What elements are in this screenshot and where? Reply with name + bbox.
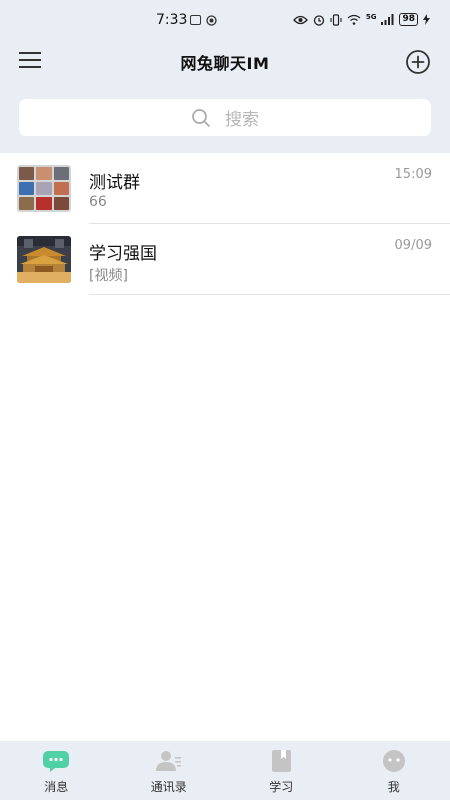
tab-me[interactable]: 我: [338, 741, 450, 800]
group-avatar: [17, 165, 71, 212]
chat-list: 测试群 15:09 66 学习强国 09/09 [视频]: [0, 153, 450, 295]
chat-item-group-test[interactable]: 测试群 15:09 66: [0, 153, 450, 224]
tab-label: 我: [387, 780, 400, 794]
app-header: 网兔聊天IM: [0, 44, 450, 80]
chat-preview: 66: [89, 194, 107, 210]
bottom-tab-bar: 消息 通讯录 学习 我: [0, 741, 450, 800]
tab-label: 消息: [44, 780, 69, 794]
palace-avatar: [17, 236, 71, 283]
alarm-icon: [313, 14, 324, 26]
status-notification-icons: [190, 15, 217, 26]
add-circle-icon[interactable]: [405, 49, 431, 75]
chat-name: 测试群: [89, 173, 140, 193]
divider: [89, 294, 450, 295]
shield-icon: [206, 15, 217, 26]
book-icon: [272, 750, 292, 772]
search-input[interactable]: 搜索: [19, 99, 431, 136]
chat-preview: [视频]: [89, 268, 128, 284]
profile-face-icon: [382, 750, 405, 772]
chat-item-xuexi-qiangguo[interactable]: 学习强国 09/09 [视频]: [0, 224, 450, 295]
battery-indicator: 98: [399, 13, 418, 26]
status-bar: 7:33 5G 98: [0, 0, 450, 44]
message-bubble-icon: [43, 751, 70, 772]
chat-time: 15:09: [394, 167, 432, 182]
signal-icon: [381, 14, 394, 25]
wifi-icon: [347, 14, 361, 25]
gallery-icon: [190, 15, 201, 25]
tab-label: 通讯录: [150, 780, 187, 794]
status-right-icons: 5G 98: [292, 12, 430, 26]
charging-icon: [423, 14, 430, 25]
eye-icon: [292, 15, 308, 24]
chat-time: 09/09: [394, 238, 432, 253]
search-placeholder: 搜索: [225, 110, 259, 130]
tab-study[interactable]: 学习: [225, 741, 338, 800]
search-icon: [192, 108, 210, 127]
vibrate-icon: [330, 13, 342, 26]
tab-contacts[interactable]: 通讯录: [113, 741, 226, 800]
tab-messages[interactable]: 消息: [0, 741, 113, 800]
chat-name: 学习强国: [89, 244, 157, 264]
network-type: 5G: [365, 12, 377, 21]
contacts-icon: [155, 751, 181, 771]
tab-label: 学习: [269, 780, 294, 794]
status-time: 7:33: [156, 12, 188, 28]
page-title: 网兔聊天IM: [180, 54, 270, 73]
